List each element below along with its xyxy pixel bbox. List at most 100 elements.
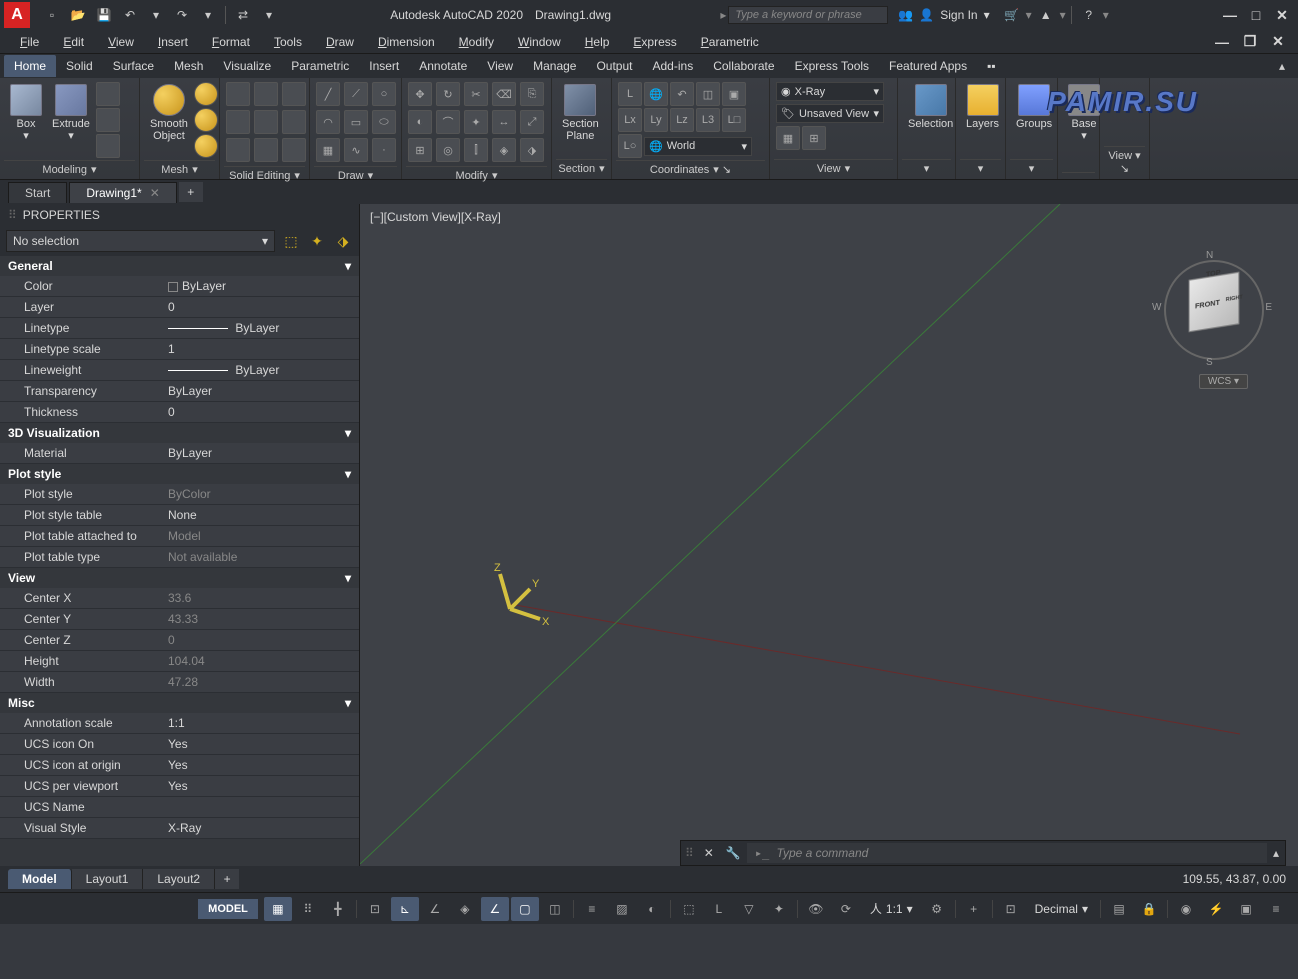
extrude-button[interactable]: Extrude▾: [48, 82, 94, 144]
units-dropdown[interactable]: Decimal ▾: [1027, 900, 1096, 918]
slice-icon[interactable]: [226, 110, 250, 134]
mesh-icon[interactable]: [194, 134, 218, 158]
prop-group-header[interactable]: General▾: [0, 256, 359, 276]
ucs-prev-icon[interactable]: ↶: [670, 82, 694, 106]
add-tab-button[interactable]: +: [179, 182, 203, 202]
prop-row[interactable]: Lineweight ByLayer: [0, 360, 359, 381]
maximize-button[interactable]: □: [1244, 5, 1268, 25]
menu-express[interactable]: Express: [621, 33, 688, 51]
layout-tab-model[interactable]: Model: [8, 869, 72, 889]
new-icon[interactable]: ▫: [40, 3, 64, 27]
infer-constraints-icon[interactable]: ╋: [324, 897, 352, 921]
command-close-icon[interactable]: ✕: [698, 846, 720, 860]
minimize-button[interactable]: —: [1218, 5, 1242, 25]
ribbon-tab-insert[interactable]: Insert: [359, 55, 409, 77]
mirror-icon[interactable]: ◐: [408, 110, 432, 134]
prop-row[interactable]: Plot styleByColor: [0, 484, 359, 505]
menu-view[interactable]: View: [96, 33, 146, 51]
prop-row[interactable]: UCS icon OnYes: [0, 734, 359, 755]
doc-tab[interactable]: Drawing1*✕: [69, 182, 176, 203]
people-icon[interactable]: 👥: [898, 8, 913, 22]
workspace-switching-icon[interactable]: ⚙: [923, 897, 951, 921]
array-icon[interactable]: ⊞: [408, 138, 432, 162]
prop-row[interactable]: Thickness0: [0, 402, 359, 423]
smooth-object-button[interactable]: Smooth Object: [146, 82, 192, 144]
selection-filter-icon[interactable]: ▽: [735, 897, 763, 921]
taper-icon[interactable]: [254, 138, 278, 162]
menu-insert[interactable]: Insert: [146, 33, 200, 51]
ucs-icon[interactable]: X Y Z: [480, 559, 560, 639]
user-icon[interactable]: 👤: [919, 8, 934, 22]
search-input[interactable]: Type a keyword or phrase: [728, 6, 888, 24]
annotation-visibility-icon[interactable]: 👁: [802, 897, 830, 921]
menu-edit[interactable]: Edit: [51, 33, 96, 51]
fillet-icon[interactable]: ⌒: [436, 110, 460, 134]
selection-button[interactable]: Selection: [904, 82, 957, 132]
3dalign-icon[interactable]: ◈: [492, 138, 516, 162]
copy-icon[interactable]: ⎘: [520, 82, 544, 106]
transparency-icon[interactable]: ▨: [608, 897, 636, 921]
a360-icon[interactable]: ▲: [1034, 3, 1058, 27]
erase-icon[interactable]: ⌫: [492, 82, 516, 106]
annotation-monitor-icon[interactable]: +: [960, 897, 988, 921]
viewport-config-icon[interactable]: ⊞: [802, 126, 826, 150]
select-objects-icon[interactable]: ✦: [307, 231, 327, 251]
menu-parametric[interactable]: Parametric: [689, 33, 771, 51]
mesh-icon[interactable]: [194, 82, 218, 106]
prop-row[interactable]: Center Y43.33: [0, 609, 359, 630]
customization-icon[interactable]: ≡: [1262, 897, 1290, 921]
revolve-icon[interactable]: [96, 134, 120, 158]
doc-minimize-button[interactable]: —: [1210, 32, 1234, 52]
command-customize-icon[interactable]: 🔧: [720, 846, 747, 860]
object-snap-icon[interactable]: ▢: [511, 897, 539, 921]
ribbon-extra-icon[interactable]: ▪▪: [977, 55, 1006, 77]
isometric-icon[interactable]: ◈: [451, 897, 479, 921]
quick-properties-icon[interactable]: ▤: [1105, 897, 1133, 921]
doc-close-button[interactable]: ✕: [1266, 32, 1290, 52]
spline-icon[interactable]: ∿: [344, 138, 368, 162]
lineweight-display-icon[interactable]: ≡: [578, 897, 606, 921]
section-plane-button[interactable]: Section Plane: [558, 82, 603, 144]
prop-row[interactable]: TransparencyByLayer: [0, 381, 359, 402]
ribbon-tab-visualize[interactable]: Visualize: [213, 55, 281, 77]
point-icon[interactable]: ·: [372, 138, 396, 162]
box-button[interactable]: Box▾: [6, 82, 46, 144]
prop-row[interactable]: MaterialByLayer: [0, 443, 359, 464]
prop-row[interactable]: Center Z0: [0, 630, 359, 651]
menu-format[interactable]: Format: [200, 33, 262, 51]
ribbon-tab-featured-apps[interactable]: Featured Apps: [879, 55, 977, 77]
dropdown-icon[interactable]: ▾: [1026, 8, 1032, 22]
thicken-icon[interactable]: [254, 110, 278, 134]
menu-file[interactable]: File: [8, 33, 51, 51]
viewcube[interactable]: TOP FRONT RIGHT N S E W: [1158, 254, 1268, 364]
polysolid-icon[interactable]: [96, 82, 120, 106]
move-icon[interactable]: ✥: [408, 82, 432, 106]
world-dropdown[interactable]: 🌐 World ▾: [644, 137, 752, 156]
prop-row[interactable]: Plot table attached toModel: [0, 526, 359, 547]
prop-row[interactable]: Plot style tableNone: [0, 505, 359, 526]
visual-style-dropdown[interactable]: ◉ X-Ray▾: [776, 82, 884, 101]
dropdown-icon[interactable]: ▾: [257, 3, 281, 27]
ucs-view-icon[interactable]: ▣: [722, 82, 746, 106]
annotation-scale-dropdown[interactable]: 人 1:1 ▾: [862, 898, 921, 919]
layout-tab-layout1[interactable]: Layout1: [72, 869, 144, 889]
menu-help[interactable]: Help: [573, 33, 622, 51]
ribbon-tab-output[interactable]: Output: [586, 55, 642, 77]
trim-icon[interactable]: ✂: [464, 82, 488, 106]
ribbon-collapse-button[interactable]: ▴: [1270, 54, 1294, 78]
dropdown-icon[interactable]: ▾: [984, 8, 990, 22]
ucs-3p-icon[interactable]: L3: [696, 108, 720, 132]
rotate-icon[interactable]: ↻: [436, 82, 460, 106]
subtract-icon[interactable]: [254, 82, 278, 106]
view-manager-icon[interactable]: ▦: [776, 126, 800, 150]
prop-row[interactable]: UCS Name: [0, 797, 359, 818]
3d-object-snap-icon[interactable]: ⬚: [675, 897, 703, 921]
units-icon[interactable]: ⊡: [997, 897, 1025, 921]
ucs-obj-icon[interactable]: L□: [722, 108, 746, 132]
command-history-icon[interactable]: ▴: [1267, 846, 1285, 860]
properties-selection-dropdown[interactable]: No selection▾: [6, 230, 275, 252]
union-icon[interactable]: [226, 82, 250, 106]
prop-row[interactable]: Center X33.6: [0, 588, 359, 609]
prop-row[interactable]: Height104.04: [0, 651, 359, 672]
gizmo-icon[interactable]: ✦: [765, 897, 793, 921]
